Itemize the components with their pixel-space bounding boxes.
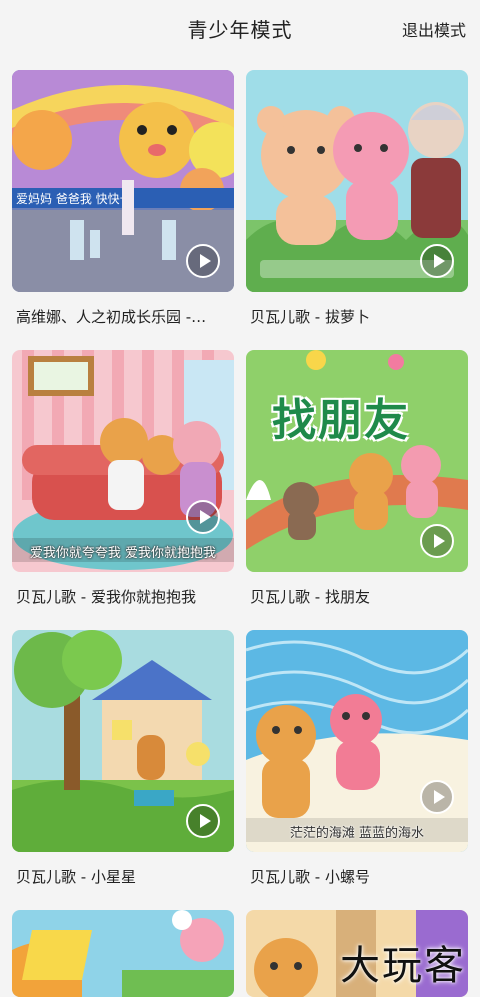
- play-icon[interactable]: [420, 780, 454, 814]
- video-title: 贝瓦儿歌 - 拔萝卜: [250, 308, 370, 326]
- video-card[interactable]: 贝瓦儿歌 - 拔萝卜: [246, 70, 468, 326]
- svg-text:爱妈妈 爸爸我 快快长: 爱妈妈 爸爸我 快快长: [16, 192, 132, 206]
- family-hug-cartoon-image: [12, 350, 234, 572]
- video-thumbnail[interactable]: [246, 70, 468, 292]
- artwork-title-text: 找朋友: [272, 395, 410, 446]
- play-icon[interactable]: [420, 524, 454, 558]
- subtitle-overlay: 爱我你就夸夸我 爱我你就抱抱我: [29, 546, 217, 561]
- play-icon[interactable]: [186, 804, 220, 838]
- video-thumbnail[interactable]: 爱妈妈 爸爸我 快快长: [12, 70, 234, 292]
- video-thumbnail[interactable]: 找朋友: [246, 350, 468, 572]
- little-conch-cartoon-image: [246, 630, 468, 852]
- video-thumbnail[interactable]: [12, 910, 234, 997]
- video-card[interactable]: [12, 910, 234, 997]
- video-card[interactable]: 爱我你就夸夸我 爱我你就抱抱我 贝瓦儿歌 - 爱我你就抱抱我: [12, 350, 234, 606]
- top-bar: 青少年模式 退出模式: [0, 0, 480, 56]
- subtitle-overlay: 茫茫的海滩 蓝蓝的海水: [289, 826, 425, 841]
- video-title: 贝瓦儿歌 - 小螺号: [250, 868, 370, 886]
- video-thumbnail[interactable]: 爱我你就夸夸我 爱我你就抱抱我: [12, 350, 234, 572]
- play-icon[interactable]: [186, 244, 220, 278]
- video-title: 贝瓦儿歌 - 小星星: [16, 868, 136, 886]
- cartoon-thumbnail-image: [12, 910, 234, 997]
- play-icon[interactable]: [186, 500, 220, 534]
- video-title: 贝瓦儿歌 - 爱我你就抱抱我: [16, 588, 196, 606]
- video-card[interactable]: 找朋友 贝瓦儿歌 - 找朋友: [246, 350, 468, 606]
- video-thumbnail[interactable]: [12, 630, 234, 852]
- video-card[interactable]: 贝瓦儿歌 - 小星星: [12, 630, 234, 886]
- video-title: 贝瓦儿歌 - 找朋友: [250, 588, 370, 606]
- video-title: 高维娜、人之初成长乐园 -…: [16, 308, 207, 326]
- video-card[interactable]: 茫茫的海滩 蓝蓝的海水 贝瓦儿歌 - 小螺号: [246, 630, 468, 886]
- video-thumbnail[interactable]: 茫茫的海滩 蓝蓝的海水: [246, 630, 468, 852]
- video-card[interactable]: 爱妈妈 爸爸我 快快长 高维娜、人之初成长乐园 -…: [12, 70, 234, 326]
- exit-mode-button[interactable]: 退出模式: [402, 17, 466, 41]
- play-icon[interactable]: [420, 244, 454, 278]
- watermark-logo: 大玩客: [340, 943, 466, 989]
